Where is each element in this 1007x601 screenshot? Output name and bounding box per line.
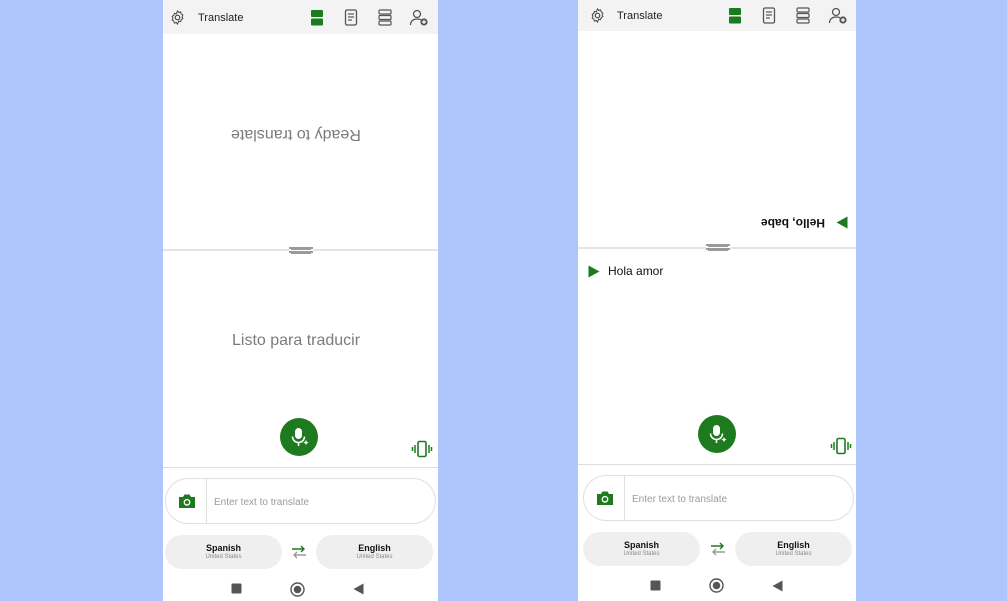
swap-icon[interactable] <box>710 542 726 556</box>
vibrate-icon[interactable] <box>830 437 852 455</box>
input-divider <box>624 476 625 520</box>
input-separator <box>578 464 856 465</box>
nav-square-icon[interactable] <box>231 583 242 594</box>
document-icon[interactable] <box>343 9 359 26</box>
source-language-region: United States <box>205 554 242 560</box>
screen-left: Translate Ready to translate Listo para … <box>163 0 438 601</box>
text-input-box <box>583 475 854 521</box>
camera-icon[interactable] <box>596 490 614 506</box>
app-title: Translate <box>617 10 663 22</box>
nav-square-icon[interactable] <box>650 580 661 591</box>
swap-icon[interactable] <box>291 545 307 559</box>
split-view-icon[interactable] <box>727 7 743 24</box>
document-icon[interactable] <box>761 7 777 24</box>
top-message-text: Hello, babe <box>761 216 826 230</box>
divider-handle[interactable] <box>291 248 311 254</box>
list-view-icon[interactable] <box>377 9 393 26</box>
top-status-text: Ready to translate <box>231 126 361 143</box>
mic-button[interactable] <box>280 418 318 456</box>
vibrate-icon[interactable] <box>411 440 433 458</box>
add-user-icon[interactable] <box>828 7 848 24</box>
text-input-box <box>165 478 436 524</box>
target-language-button[interactable]: English United States <box>735 532 852 566</box>
translate-text-input[interactable] <box>212 489 386 515</box>
nav-home-icon[interactable] <box>290 582 305 597</box>
target-language-region: United States <box>775 551 812 557</box>
target-language-region: United States <box>356 554 393 560</box>
play-icon[interactable] <box>588 265 600 278</box>
source-language-button[interactable]: Spanish United States <box>165 535 282 569</box>
nav-home-icon[interactable] <box>709 578 724 593</box>
divider-handle[interactable] <box>708 245 728 251</box>
add-user-icon[interactable] <box>409 9 429 26</box>
top-bar: Translate <box>578 0 856 31</box>
target-language-name: English <box>358 543 391 553</box>
mic-icon <box>709 425 727 443</box>
bottom-message-text: Hola amor <box>608 264 664 278</box>
bottom-status-text: Listo para traducir <box>232 332 361 349</box>
nav-back-icon[interactable] <box>772 580 783 592</box>
mic-icon <box>291 428 309 446</box>
mic-button[interactable] <box>698 415 736 453</box>
gear-icon[interactable] <box>589 7 606 24</box>
camera-icon[interactable] <box>178 493 196 509</box>
source-language-name: Spanish <box>205 543 241 553</box>
target-language-button[interactable]: English United States <box>316 535 433 569</box>
list-view-icon[interactable] <box>795 7 811 24</box>
screen-right: Translate Hello, babe Hola amor Spanish … <box>578 0 856 601</box>
source-language-button[interactable]: Spanish United States <box>583 532 700 566</box>
target-language-name: English <box>777 540 810 550</box>
nav-back-icon[interactable] <box>353 583 364 595</box>
input-separator <box>163 467 438 468</box>
play-icon[interactable] <box>836 216 848 229</box>
app-title: Translate <box>198 12 244 24</box>
input-divider <box>206 479 207 523</box>
split-view-icon[interactable] <box>309 9 325 26</box>
top-bar: Translate <box>163 0 438 34</box>
gear-icon[interactable] <box>169 9 186 26</box>
translate-text-input[interactable] <box>630 486 804 512</box>
source-language-name: Spanish <box>623 540 659 550</box>
source-language-region: United States <box>623 551 660 557</box>
